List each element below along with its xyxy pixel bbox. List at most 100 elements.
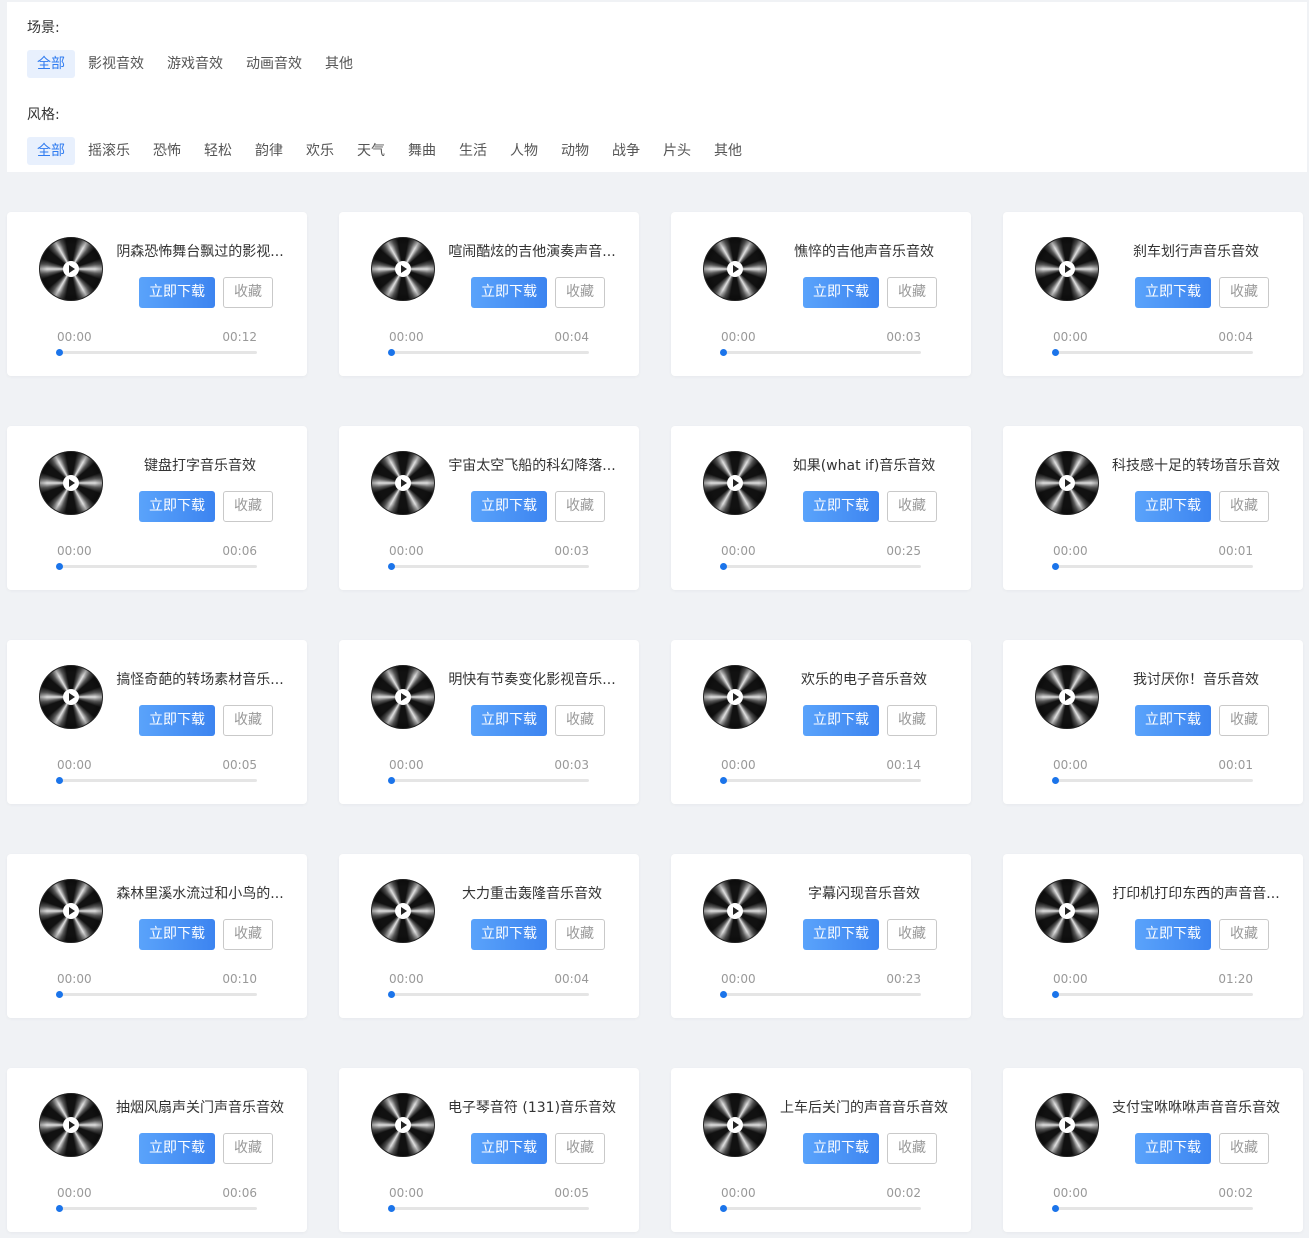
style-option[interactable]: 天气 xyxy=(347,137,395,165)
play-icon[interactable] xyxy=(395,903,411,919)
favorite-button[interactable]: 收藏 xyxy=(1219,277,1269,308)
progress-bar[interactable] xyxy=(56,563,257,570)
favorite-button[interactable]: 收藏 xyxy=(887,277,937,308)
progress-bar[interactable] xyxy=(1052,349,1253,356)
download-button[interactable]: 立即下载 xyxy=(471,919,547,950)
favorite-button[interactable]: 收藏 xyxy=(555,919,605,950)
style-option[interactable]: 恐怖 xyxy=(143,137,191,165)
play-icon[interactable] xyxy=(1059,1117,1075,1133)
progress-bar[interactable] xyxy=(388,349,589,356)
download-button[interactable]: 立即下载 xyxy=(1135,705,1211,736)
download-button[interactable]: 立即下载 xyxy=(1135,919,1211,950)
favorite-button[interactable]: 收藏 xyxy=(1219,705,1269,736)
play-icon[interactable] xyxy=(1059,903,1075,919)
play-icon[interactable] xyxy=(727,903,743,919)
progress-handle[interactable] xyxy=(1052,991,1059,998)
download-button[interactable]: 立即下载 xyxy=(139,491,215,522)
vinyl-disc[interactable] xyxy=(703,1093,767,1157)
progress-handle[interactable] xyxy=(720,991,727,998)
play-icon[interactable] xyxy=(1059,261,1075,277)
play-icon[interactable] xyxy=(63,261,79,277)
vinyl-disc[interactable] xyxy=(371,451,435,515)
progress-bar[interactable] xyxy=(720,349,921,356)
vinyl-disc[interactable] xyxy=(371,879,435,943)
download-button[interactable]: 立即下载 xyxy=(1135,1133,1211,1164)
download-button[interactable]: 立即下载 xyxy=(139,1133,215,1164)
play-icon[interactable] xyxy=(727,1117,743,1133)
vinyl-disc[interactable] xyxy=(39,879,103,943)
vinyl-disc[interactable] xyxy=(371,1093,435,1157)
progress-handle[interactable] xyxy=(720,1205,727,1212)
style-option[interactable]: 人物 xyxy=(500,137,548,165)
style-option[interactable]: 战争 xyxy=(602,137,650,165)
progress-handle[interactable] xyxy=(1052,563,1059,570)
vinyl-disc[interactable] xyxy=(703,665,767,729)
vinyl-disc[interactable] xyxy=(39,665,103,729)
progress-handle[interactable] xyxy=(388,777,395,784)
favorite-button[interactable]: 收藏 xyxy=(1219,1133,1269,1164)
scene-option[interactable]: 其他 xyxy=(315,50,363,78)
progress-handle[interactable] xyxy=(720,349,727,356)
progress-handle[interactable] xyxy=(720,563,727,570)
progress-bar[interactable] xyxy=(56,777,257,784)
progress-bar[interactable] xyxy=(1052,563,1253,570)
play-icon[interactable] xyxy=(1059,689,1075,705)
download-button[interactable]: 立即下载 xyxy=(803,277,879,308)
favorite-button[interactable]: 收藏 xyxy=(555,705,605,736)
play-icon[interactable] xyxy=(727,475,743,491)
favorite-button[interactable]: 收藏 xyxy=(887,705,937,736)
favorite-button[interactable]: 收藏 xyxy=(555,491,605,522)
progress-bar[interactable] xyxy=(720,1205,921,1212)
favorite-button[interactable]: 收藏 xyxy=(223,919,273,950)
vinyl-disc[interactable] xyxy=(39,451,103,515)
download-button[interactable]: 立即下载 xyxy=(803,705,879,736)
play-icon[interactable] xyxy=(395,1117,411,1133)
favorite-button[interactable]: 收藏 xyxy=(223,1133,273,1164)
download-button[interactable]: 立即下载 xyxy=(471,705,547,736)
download-button[interactable]: 立即下载 xyxy=(471,491,547,522)
download-button[interactable]: 立即下载 xyxy=(471,277,547,308)
style-option[interactable]: 全部 xyxy=(27,137,75,165)
progress-bar[interactable] xyxy=(720,563,921,570)
favorite-button[interactable]: 收藏 xyxy=(887,1133,937,1164)
play-icon[interactable] xyxy=(63,689,79,705)
progress-bar[interactable] xyxy=(388,1205,589,1212)
style-option[interactable]: 其他 xyxy=(704,137,752,165)
favorite-button[interactable]: 收藏 xyxy=(223,277,273,308)
favorite-button[interactable]: 收藏 xyxy=(887,491,937,522)
style-option[interactable]: 生活 xyxy=(449,137,497,165)
play-icon[interactable] xyxy=(1059,475,1075,491)
download-button[interactable]: 立即下载 xyxy=(139,705,215,736)
progress-handle[interactable] xyxy=(388,563,395,570)
progress-bar[interactable] xyxy=(388,563,589,570)
scene-option[interactable]: 游戏音效 xyxy=(157,50,233,78)
download-button[interactable]: 立即下载 xyxy=(803,1133,879,1164)
vinyl-disc[interactable] xyxy=(703,879,767,943)
favorite-button[interactable]: 收藏 xyxy=(555,1133,605,1164)
style-option[interactable]: 摇滚乐 xyxy=(78,137,140,165)
progress-bar[interactable] xyxy=(388,777,589,784)
vinyl-disc[interactable] xyxy=(39,237,103,301)
download-button[interactable]: 立即下载 xyxy=(139,277,215,308)
play-icon[interactable] xyxy=(727,689,743,705)
scene-option[interactable]: 全部 xyxy=(27,50,75,78)
favorite-button[interactable]: 收藏 xyxy=(223,491,273,522)
progress-handle[interactable] xyxy=(56,777,63,784)
progress-bar[interactable] xyxy=(1052,777,1253,784)
style-option[interactable]: 欢乐 xyxy=(296,137,344,165)
style-option[interactable]: 轻松 xyxy=(194,137,242,165)
progress-handle[interactable] xyxy=(388,349,395,356)
favorite-button[interactable]: 收藏 xyxy=(1219,491,1269,522)
progress-bar[interactable] xyxy=(720,991,921,998)
style-option[interactable]: 舞曲 xyxy=(398,137,446,165)
vinyl-disc[interactable] xyxy=(1035,237,1099,301)
play-icon[interactable] xyxy=(63,903,79,919)
vinyl-disc[interactable] xyxy=(371,237,435,301)
download-button[interactable]: 立即下载 xyxy=(471,1133,547,1164)
vinyl-disc[interactable] xyxy=(703,237,767,301)
style-option[interactable]: 片头 xyxy=(653,137,701,165)
progress-bar[interactable] xyxy=(388,991,589,998)
download-button[interactable]: 立即下载 xyxy=(1135,277,1211,308)
favorite-button[interactable]: 收藏 xyxy=(887,919,937,950)
vinyl-disc[interactable] xyxy=(39,1093,103,1157)
